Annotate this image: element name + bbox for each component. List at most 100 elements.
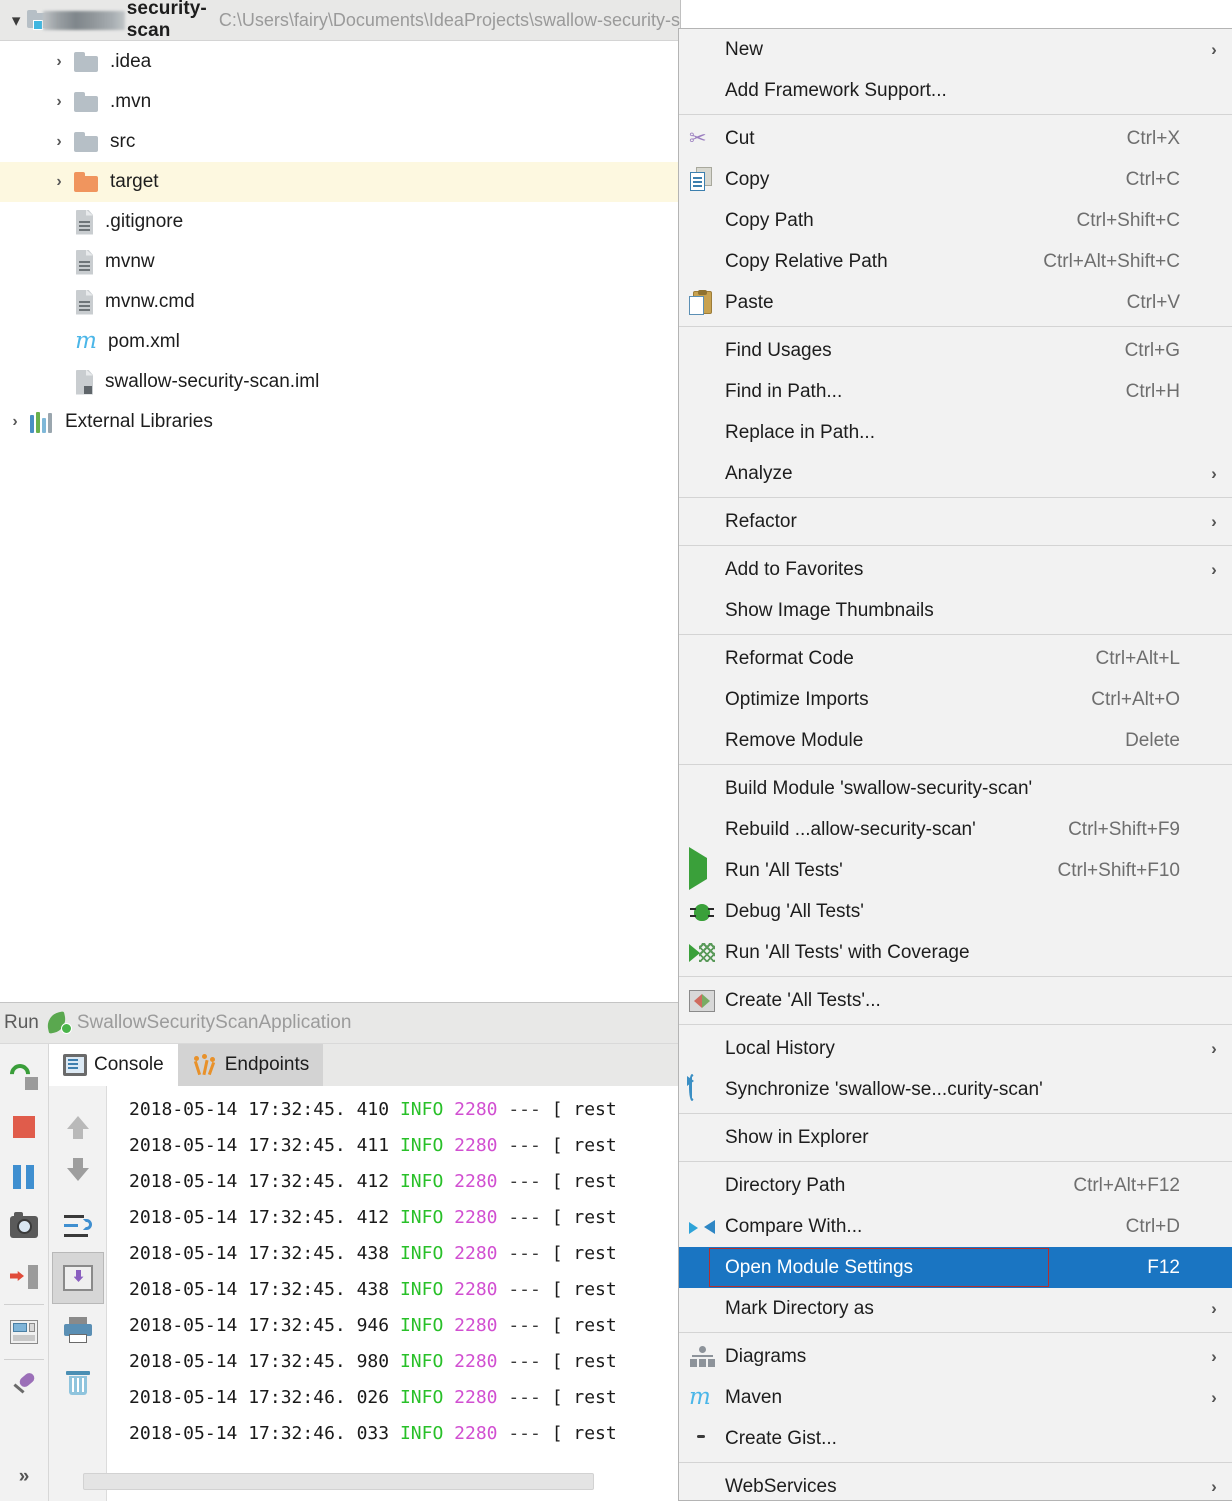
tab-console-label: Console bbox=[94, 1054, 164, 1075]
menu-item-label: Remove Module bbox=[725, 729, 864, 751]
exit-button[interactable] bbox=[2, 1252, 46, 1302]
tree-item-src[interactable]: › src bbox=[0, 122, 680, 162]
copy-icon bbox=[689, 166, 715, 193]
menu-item-new[interactable]: New › bbox=[679, 29, 1232, 70]
stop-button[interactable] bbox=[2, 1102, 46, 1152]
chevron-right-icon[interactable]: › bbox=[44, 133, 74, 151]
menu-item-debug-all-tests[interactable]: Debug 'All Tests' bbox=[679, 891, 1232, 932]
menu-item-refactor[interactable]: Refactor › bbox=[679, 501, 1232, 542]
horizontal-scrollbar[interactable] bbox=[83, 1473, 594, 1490]
menu-item-paste[interactable]: Paste Ctrl+V bbox=[679, 282, 1232, 323]
sync-icon bbox=[689, 1073, 715, 1103]
menu-item-compare-with[interactable]: Compare With... Ctrl+D bbox=[679, 1206, 1232, 1247]
chevron-right-icon: › bbox=[1211, 463, 1217, 483]
clear-all-button[interactable] bbox=[52, 1356, 104, 1408]
screenshot-button[interactable] bbox=[2, 1202, 46, 1252]
scroll-to-end-button[interactable] bbox=[51, 1252, 104, 1304]
chevron-right-icon[interactable]: › bbox=[44, 53, 74, 71]
menu-item-create-all-tests[interactable]: Create 'All Tests'... bbox=[679, 980, 1232, 1021]
menu-item-copy-relative-path[interactable]: Copy Relative Path Ctrl+Alt+Shift+C bbox=[679, 241, 1232, 282]
chevron-right-icon[interactable]: › bbox=[0, 413, 30, 431]
menu-item-replace-in-path[interactable]: Replace in Path... bbox=[679, 412, 1232, 453]
tree-item-gitignore[interactable]: .gitignore bbox=[0, 202, 680, 242]
menu-item-label: Optimize Imports bbox=[725, 688, 869, 710]
console-icon bbox=[63, 1054, 87, 1076]
tree-item-pom-xml[interactable]: m pom.xml bbox=[0, 322, 680, 362]
log-timestamp: 2018-05-14 17:32:46. 026 bbox=[129, 1387, 390, 1408]
menu-separator bbox=[679, 976, 1232, 977]
tree-item-idea[interactable]: › .idea bbox=[0, 42, 680, 82]
log-tail: [ rest bbox=[551, 1135, 617, 1156]
menu-item-find-in-path[interactable]: Find in Path... Ctrl+H bbox=[679, 371, 1232, 412]
tab-endpoints[interactable]: Endpoints bbox=[177, 1044, 324, 1086]
iml-file-icon bbox=[74, 369, 95, 395]
tree-item-mvnw-cmd[interactable]: mvnw.cmd bbox=[0, 282, 680, 322]
log-dash: --- bbox=[508, 1207, 541, 1228]
chevron-down-icon[interactable]: ▾ bbox=[6, 12, 26, 29]
soft-wrap-button[interactable] bbox=[52, 1200, 104, 1252]
menu-item-show-image-thumbnails[interactable]: Show Image Thumbnails bbox=[679, 590, 1232, 631]
menu-item-shortcut: Delete bbox=[1125, 729, 1180, 751]
menu-item-synchronize-swallow-se-curity-scan[interactable]: Synchronize 'swallow-se...curity-scan' bbox=[679, 1069, 1232, 1110]
menu-item-remove-module[interactable]: Remove Module Delete bbox=[679, 720, 1232, 761]
menu-item-diagrams[interactable]: Diagrams › bbox=[679, 1336, 1232, 1377]
menu-item-shortcut: Ctrl+Alt+L bbox=[1095, 647, 1180, 669]
log-tail: [ rest bbox=[551, 1387, 617, 1408]
endpoints-icon bbox=[192, 1054, 218, 1076]
menu-item-run-all-tests-with-coverage[interactable]: Run 'All Tests' with Coverage bbox=[679, 932, 1232, 973]
menu-item-optimize-imports[interactable]: Optimize Imports Ctrl+Alt+O bbox=[679, 679, 1232, 720]
console-area: 2018-05-14 17:32:45. 410 INFO 2280 --- [… bbox=[49, 1086, 680, 1501]
log-timestamp: 2018-05-14 17:32:45. 412 bbox=[129, 1171, 390, 1192]
menu-item-mark-directory-as[interactable]: Mark Directory as › bbox=[679, 1288, 1232, 1329]
menu-item-copy[interactable]: Copy Ctrl+C bbox=[679, 159, 1232, 200]
github-icon bbox=[689, 1426, 715, 1452]
menu-item-add-framework-support[interactable]: Add Framework Support... bbox=[679, 70, 1232, 111]
menu-item-build-module-swallow-security-scan[interactable]: Build Module 'swallow-security-scan' bbox=[679, 768, 1232, 809]
menu-item-label: Create 'All Tests'... bbox=[725, 989, 881, 1011]
menu-item-maven[interactable]: m Maven › bbox=[679, 1377, 1232, 1418]
layout-button[interactable] bbox=[2, 1307, 46, 1357]
console-output[interactable]: 2018-05-14 17:32:45. 410 INFO 2280 --- [… bbox=[107, 1086, 680, 1501]
tree-item-mvnw[interactable]: mvnw bbox=[0, 242, 680, 282]
menu-item-add-to-favorites[interactable]: Add to Favorites › bbox=[679, 549, 1232, 590]
pin-button[interactable] bbox=[2, 1362, 46, 1412]
menu-item-directory-path[interactable]: Directory Path Ctrl+Alt+F12 bbox=[679, 1165, 1232, 1206]
menu-item-label: Build Module 'swallow-security-scan' bbox=[725, 777, 1033, 799]
log-pid: 2280 bbox=[454, 1135, 498, 1156]
menu-item-analyze[interactable]: Analyze › bbox=[679, 453, 1232, 494]
tree-item-external-libraries[interactable]: › External Libraries bbox=[0, 402, 680, 442]
up-arrow-button[interactable] bbox=[52, 1096, 104, 1148]
menu-item-webservices[interactable]: WebServices › bbox=[679, 1466, 1232, 1500]
menu-item-copy-path[interactable]: Copy Path Ctrl+Shift+C bbox=[679, 200, 1232, 241]
menu-item-label: Find Usages bbox=[725, 339, 832, 361]
tree-item-target[interactable]: › target bbox=[0, 162, 680, 202]
menu-item-find-usages[interactable]: Find Usages Ctrl+G bbox=[679, 330, 1232, 371]
tab-console[interactable]: Console bbox=[49, 1044, 178, 1086]
more-button[interactable]: » bbox=[2, 1452, 46, 1501]
log-pid: 2280 bbox=[454, 1279, 498, 1300]
menu-item-label: Debug 'All Tests' bbox=[725, 900, 864, 922]
menu-item-cut[interactable]: ✂ Cut Ctrl+X bbox=[679, 118, 1232, 159]
menu-item-show-in-explorer[interactable]: Show in Explorer bbox=[679, 1117, 1232, 1158]
menu-item-rebuild-allow-security-scan[interactable]: Rebuild ...allow-security-scan' Ctrl+Shif… bbox=[679, 809, 1232, 850]
menu-item-create-gist[interactable]: Create Gist... bbox=[679, 1418, 1232, 1459]
rerun-button[interactable] bbox=[2, 1052, 46, 1102]
menu-item-shortcut: Ctrl+C bbox=[1125, 168, 1180, 190]
chevron-right-icon[interactable]: › bbox=[44, 93, 74, 111]
down-arrow-button[interactable] bbox=[52, 1148, 104, 1200]
chevron-right-icon[interactable]: › bbox=[44, 173, 74, 191]
tree-item-label: mvnw.cmd bbox=[105, 291, 195, 312]
project-header-row[interactable]: ▾ security-scan C:\Users\fairy\Documents… bbox=[0, 0, 680, 41]
menu-item-run-all-tests[interactable]: Run 'All Tests' Ctrl+Shift+F10 bbox=[679, 846, 1232, 891]
menu-item-shortcut: Ctrl+Alt+F12 bbox=[1073, 1174, 1180, 1196]
print-button[interactable] bbox=[52, 1304, 104, 1356]
tree-item-swallow-security-scan-iml[interactable]: swallow-security-scan.iml bbox=[0, 362, 680, 402]
menu-item-local-history[interactable]: Local History › bbox=[679, 1028, 1232, 1069]
ide-window: ▾ security-scan C:\Users\fairy\Documents… bbox=[0, 0, 1232, 1501]
tree-item-mvn[interactable]: › .mvn bbox=[0, 82, 680, 122]
menu-item-label: Create Gist... bbox=[725, 1427, 837, 1449]
pause-button[interactable] bbox=[2, 1152, 46, 1202]
menu-item-open-module-settings[interactable]: Open Module Settings F12 bbox=[679, 1247, 1232, 1288]
menu-item-reformat-code[interactable]: Reformat Code Ctrl+Alt+L bbox=[679, 638, 1232, 679]
menu-item-label: Analyze bbox=[725, 462, 793, 484]
